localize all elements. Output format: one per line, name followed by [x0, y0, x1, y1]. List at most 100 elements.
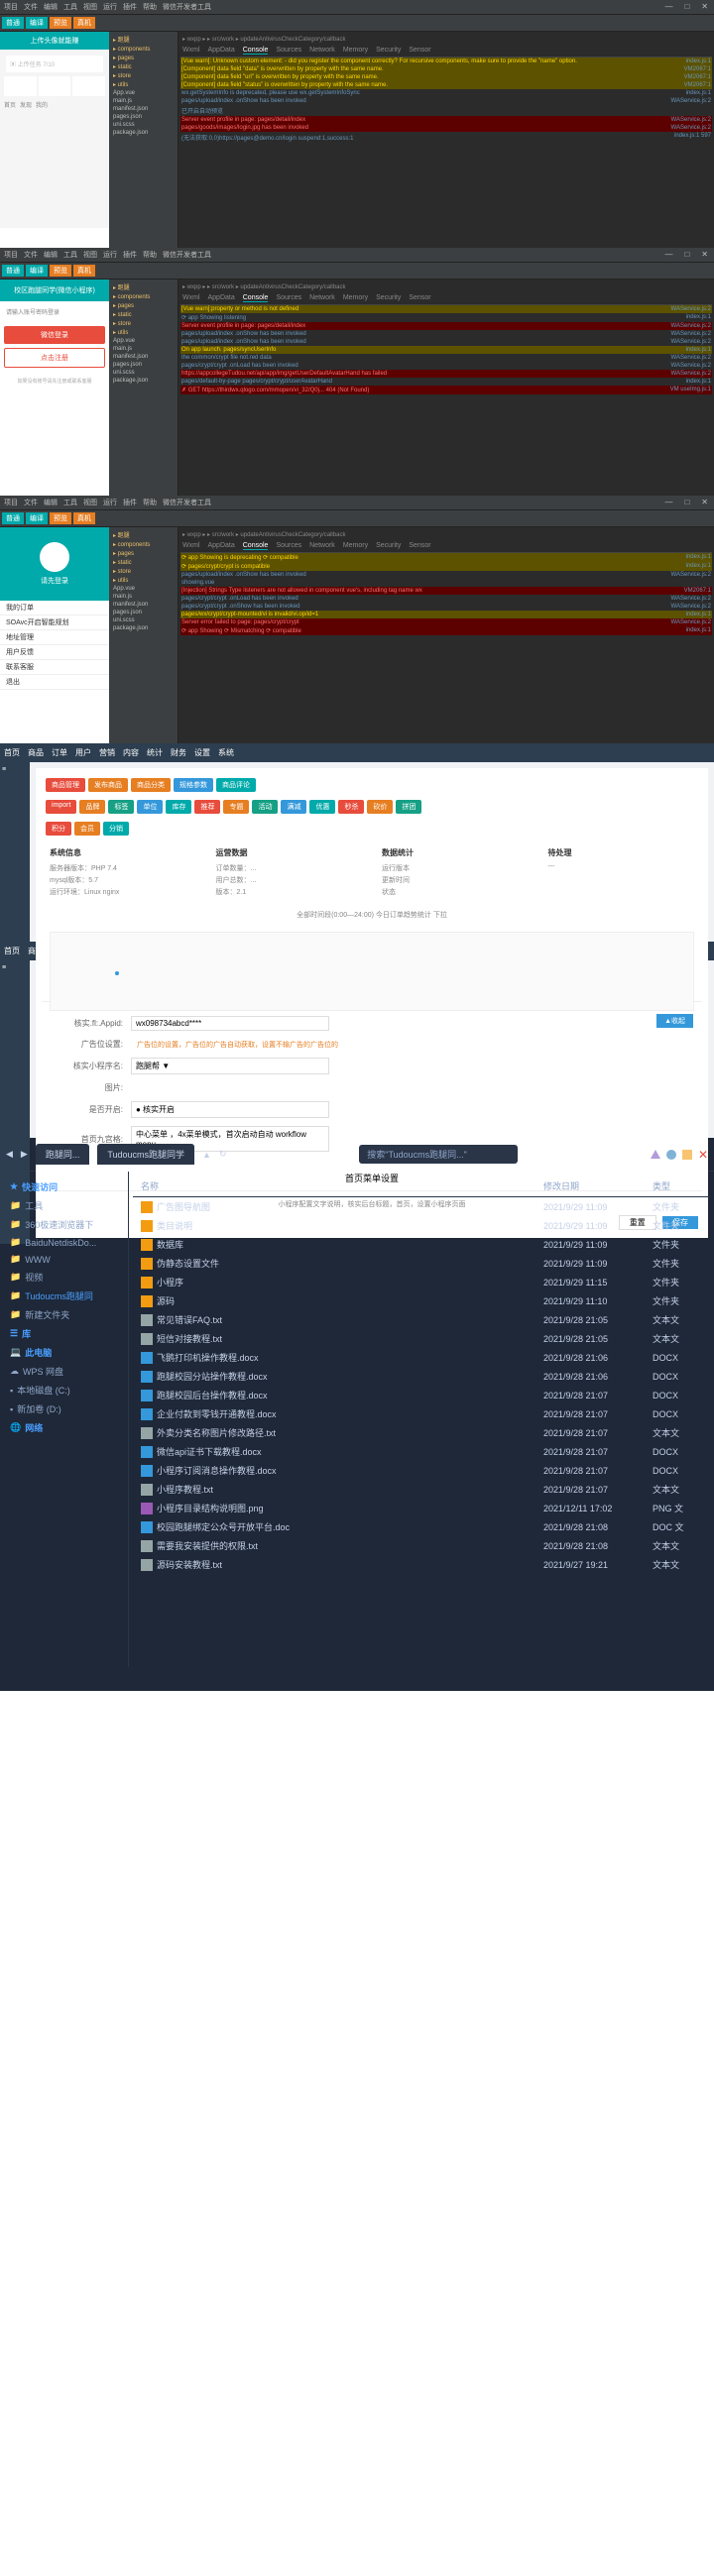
tree-node[interactable]: package.json — [111, 624, 176, 632]
admin-nav-item[interactable]: 统计 — [147, 747, 163, 758]
search-input[interactable]: 搜索"Tudoucms跑腿同..." — [359, 1145, 518, 1164]
tree-node[interactable]: ▸ store — [111, 71, 176, 80]
devtools-tabs[interactable]: WxmlAppDataConsoleSourcesNetworkMemorySe… — [180, 45, 712, 57]
tab-1[interactable]: 跑腿同... — [36, 1144, 90, 1165]
col-date[interactable]: 修改日期 — [543, 1179, 653, 1192]
menu-item[interactable]: 编辑 — [44, 498, 58, 507]
tree-node[interactable]: package.json — [111, 377, 176, 385]
tree-node[interactable]: pages.json — [111, 609, 176, 616]
menu-item[interactable]: 项目 — [4, 250, 18, 260]
tag[interactable]: 专题 — [223, 800, 249, 814]
console-line[interactable]: ⟳ pages/crypt/crypt is compatibleindex.j… — [180, 562, 712, 571]
fm-file-list[interactable]: 名称 修改日期 类型 广告图导航图2021/9/29 11:09文件夹类目说明2… — [129, 1172, 714, 1667]
profile-menu-item[interactable]: 我的订单 — [0, 601, 109, 616]
devtools-tab[interactable]: Memory — [343, 47, 368, 55]
tree-node[interactable]: package.json — [111, 129, 176, 137]
toolbar-btn[interactable]: 编译 — [26, 17, 48, 29]
menu-item[interactable]: 项目 — [4, 2, 18, 12]
tree-node[interactable]: ▸ pages — [111, 549, 176, 558]
devtools-tab[interactable]: Memory — [343, 294, 368, 302]
minimize-btn[interactable]: — — [658, 0, 678, 13]
form-input[interactable]: wx098734abcd**** — [131, 1016, 329, 1031]
admin-nav-item[interactable]: 商品 — [28, 946, 44, 956]
console-line[interactable]: ✗ GET https://thirdwx.qlogo.com/mmopen/v… — [180, 386, 712, 394]
console-line[interactable]: https://appcollegeTudou.net/api/app/img/… — [180, 370, 712, 378]
file-row[interactable]: 跑腿校园后台操作教程.docx2021/9/28 21:07DOCX — [133, 1386, 710, 1404]
console-line[interactable]: pages/wx/crypt/crypt-mounted/vi is inval… — [180, 611, 712, 618]
fm-columns[interactable]: 名称 修改日期 类型 — [133, 1176, 710, 1197]
fm-sidebar[interactable]: ★快速访问📁工具📁360极速浏览器下📁BaiduNetdiskDo...📁WWW… — [0, 1172, 129, 1667]
profile-menu-item[interactable]: 地址管理 — [0, 630, 109, 645]
admin-nav-item[interactable]: 订单 — [52, 747, 67, 758]
tree-node[interactable]: App.vue — [111, 89, 176, 97]
sidebar-item[interactable]: ▪本地磁盘 (C:) — [6, 1381, 122, 1400]
sidebar-item[interactable]: 📁WWW — [6, 1251, 122, 1268]
console-line[interactable]: 已开启自动预览 — [180, 105, 712, 116]
file-row[interactable]: 源码安装教程.txt2021/9/27 19:21文本文 — [133, 1555, 710, 1574]
tree-node[interactable]: pages.json — [111, 361, 176, 369]
tree-node[interactable]: ▸ 跑腿 — [111, 529, 176, 540]
toolbar-btn[interactable]: 真机 — [73, 17, 95, 29]
tree-node[interactable]: main.js — [111, 593, 176, 601]
tree-node[interactable]: ▸ components — [111, 45, 176, 54]
console-line[interactable]: pages/crypt/crypt .onShow has been invok… — [180, 603, 712, 611]
devtools-tab[interactable]: Wxml — [182, 47, 200, 55]
console-line[interactable]: [Vue warn]:property or method is not def… — [180, 305, 712, 313]
tree-node[interactable]: ▸ store — [111, 319, 176, 328]
devtools-tab[interactable]: Console — [243, 542, 269, 550]
toolbar-btn[interactable]: 预览 — [50, 512, 71, 524]
tree-node[interactable]: ▸ components — [111, 540, 176, 549]
tree-node[interactable]: ▸ components — [111, 292, 176, 301]
tag[interactable]: 积分 — [46, 822, 71, 836]
close-icon[interactable]: ✕ — [698, 1150, 708, 1160]
menu-item[interactable]: 工具 — [63, 2, 77, 12]
admin-nav-item[interactable]: 首页 — [4, 747, 20, 758]
tree-node[interactable]: manifest.json — [111, 601, 176, 609]
sidebar-item[interactable]: 🌐网络 — [6, 1418, 122, 1437]
profile-menu-item[interactable]: 联系客服 — [0, 660, 109, 675]
menu-item[interactable]: 工具 — [63, 498, 77, 507]
console-line[interactable]: Server event profile in page: pages/deta… — [180, 116, 712, 124]
maximize-btn[interactable]: □ — [678, 0, 695, 13]
devtools-tab[interactable]: Network — [309, 294, 335, 302]
sidebar-item[interactable]: ★快速访问 — [6, 1177, 122, 1196]
devtools-tab[interactable]: Network — [309, 47, 335, 55]
tree-node[interactable]: ▸ utils — [111, 328, 176, 337]
col-name[interactable]: 名称 — [141, 1179, 543, 1192]
tag[interactable]: 推荐 — [194, 800, 220, 814]
sidebar-item[interactable]: 📁新建文件夹 — [6, 1305, 122, 1324]
file-row[interactable]: 跑腿校园分站操作教程.docx2021/9/28 21:06DOCX — [133, 1367, 710, 1386]
sidebar-item[interactable]: ▪新加卷 (D:) — [6, 1400, 122, 1418]
menu-item[interactable]: 微信开发者工具 — [163, 250, 211, 260]
tree-node[interactable]: uni.scss — [111, 616, 176, 624]
close-btn[interactable]: ✕ — [695, 0, 714, 13]
tree-node[interactable]: ▸ static — [111, 558, 176, 567]
file-row[interactable]: 企业付款到零钱开通教程.docx2021/9/28 21:07DOCX — [133, 1404, 710, 1423]
sidebar-item[interactable]: 📁工具 — [6, 1196, 122, 1215]
menu-item[interactable]: 帮助 — [143, 250, 157, 260]
menu-item[interactable]: 编辑 — [44, 250, 58, 260]
menu-item[interactable]: 文件 — [24, 498, 38, 507]
nav-up[interactable]: ▲ — [202, 1150, 211, 1160]
feature-tags[interactable]: import品牌标签单位库存推荐专题活动满减优惠秒杀砍价拼团 — [42, 796, 702, 818]
toolbar-btn[interactable]: 普通 — [2, 17, 24, 29]
toolbar-btn[interactable]: 普通 — [2, 512, 24, 524]
tree-node[interactable]: manifest.json — [111, 353, 176, 361]
sim-content[interactable]: ▣ 上传任务 7/10 首页发现我的 — [0, 50, 109, 228]
tree-node[interactable]: App.vue — [111, 337, 176, 345]
console-line[interactable]: [Component] data field "data" is overwri… — [180, 65, 712, 73]
tree-node[interactable]: main.js — [111, 97, 176, 105]
menu-item[interactable]: 帮助 — [143, 498, 157, 507]
tag[interactable]: 品牌 — [79, 800, 105, 814]
console-line[interactable]: pages/upload/index .onShow has been invo… — [180, 330, 712, 338]
file-tree[interactable]: ▸ 跑腿▸ components▸ pages▸ static▸ store▸ … — [109, 32, 178, 248]
console-line[interactable]: [Vue warn]: Unknown custom element: - di… — [180, 57, 712, 65]
toolbar-btn[interactable]: 普通 — [2, 265, 24, 277]
file-row[interactable]: 类目说明2021/9/29 11:09文件夹 — [133, 1216, 710, 1235]
tag[interactable]: 秒杀 — [338, 800, 364, 814]
devtools-tab[interactable]: Wxml — [182, 542, 200, 550]
collapse-btn[interactable]: ▲收起 — [656, 1014, 693, 1028]
devtools-tab[interactable]: Console — [243, 47, 269, 55]
tag[interactable]: 发布商品 — [88, 778, 128, 792]
menu-item[interactable]: 视图 — [83, 498, 97, 507]
